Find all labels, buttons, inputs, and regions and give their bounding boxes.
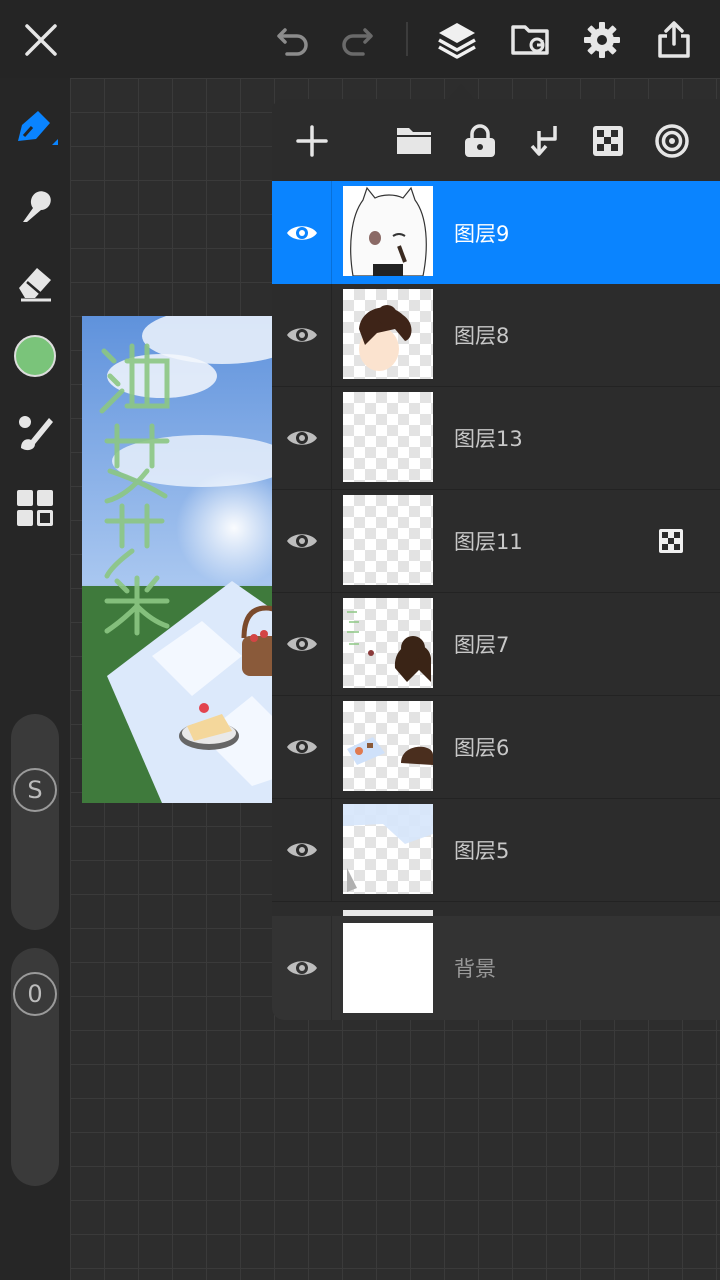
layer-name: 图层13	[454, 427, 523, 451]
layer-name: 图层6	[454, 736, 510, 760]
layer-thumbnail	[343, 701, 433, 791]
brush-icon[interactable]	[9, 406, 61, 458]
layer-thumbnail	[343, 598, 433, 688]
layer-thumbnail	[343, 495, 433, 585]
eye-icon	[286, 961, 317, 975]
background-layer-row[interactable]: 背景	[272, 916, 720, 1020]
layer-row-11[interactable]: 图层11	[272, 490, 720, 593]
folder-sync-icon[interactable]	[504, 14, 556, 66]
eye-icon	[286, 843, 317, 857]
layer-thumbnail	[343, 289, 433, 379]
visibility-toggle[interactable]	[272, 490, 332, 592]
gear-icon[interactable]	[576, 14, 628, 66]
layers-panel-toolbar	[272, 99, 720, 181]
share-icon[interactable]	[648, 14, 700, 66]
eye-icon	[286, 225, 317, 240]
size-slider-knob[interactable]: S	[13, 768, 57, 812]
visibility-toggle[interactable]	[272, 799, 332, 901]
layers-panel: 图层9 图层8 图层13 图层11 图层7 图层6 图层5 背景	[272, 99, 720, 1020]
layer-name: 图层7	[454, 633, 510, 657]
brush-size-slider[interactable]: S	[11, 714, 59, 930]
layer-thumbnail	[343, 804, 433, 894]
toolbar-divider	[406, 22, 408, 56]
layer-row-7[interactable]: 图层7	[272, 593, 720, 696]
redo-icon[interactable]	[331, 14, 383, 66]
alpha-lock-indicator	[658, 490, 684, 592]
eye-icon	[286, 431, 317, 445]
top-bar	[0, 0, 720, 78]
artwork-image	[82, 316, 282, 803]
close-icon[interactable]	[15, 14, 67, 66]
left-toolbar: S 0	[0, 78, 70, 1280]
merge-down-icon[interactable]	[518, 115, 570, 167]
visibility-toggle[interactable]	[272, 181, 332, 284]
grid-icon[interactable]	[9, 482, 61, 534]
visibility-toggle[interactable]	[272, 916, 332, 1020]
layer-thumbnail	[343, 392, 433, 482]
pen-icon[interactable]	[9, 102, 61, 154]
eye-icon	[286, 328, 317, 342]
background-thumbnail	[343, 923, 433, 1013]
layer-row-6[interactable]: 图层6	[272, 696, 720, 799]
layer-name: 图层8	[454, 324, 510, 348]
folder-icon[interactable]	[388, 115, 440, 167]
layer-row-5[interactable]: 图层5	[272, 799, 720, 902]
smudge-icon[interactable]	[9, 180, 61, 232]
background-layer-name: 背景	[454, 957, 496, 981]
layer-name: 图层9	[454, 221, 510, 246]
eraser-icon[interactable]	[9, 256, 61, 308]
drawing-app: S 0 图层9 图层8 图层13 图层11 图层7 图层6 图层5 背景	[0, 0, 720, 1280]
clipping-icon[interactable]	[646, 115, 698, 167]
lock-icon[interactable]	[454, 115, 506, 167]
alpha-lock-icon[interactable]	[582, 115, 634, 167]
layer-row-9[interactable]: 图层9	[272, 181, 720, 284]
artwork-canvas[interactable]	[82, 316, 282, 803]
color-picker[interactable]	[9, 330, 61, 382]
layer-thumbnail	[343, 186, 433, 276]
eye-icon	[286, 637, 317, 651]
visibility-toggle[interactable]	[272, 284, 332, 386]
current-color-swatch	[14, 335, 56, 377]
opacity-slider-knob[interactable]: 0	[13, 972, 57, 1016]
visibility-toggle[interactable]	[272, 593, 332, 695]
layer-name: 图层5	[454, 839, 510, 863]
layer-row-8[interactable]: 图层8	[272, 284, 720, 387]
eye-icon	[286, 534, 317, 548]
add-icon[interactable]	[286, 115, 338, 167]
layer-name: 图层11	[454, 530, 523, 554]
undo-icon[interactable]	[267, 14, 319, 66]
eye-icon	[286, 740, 317, 754]
visibility-toggle[interactable]	[272, 696, 332, 798]
layer-row-13[interactable]: 图层13	[272, 387, 720, 490]
visibility-toggle[interactable]	[272, 387, 332, 489]
opacity-slider[interactable]: 0	[11, 948, 59, 1186]
panel-pointer	[447, 84, 475, 100]
alpha-lock-icon	[659, 529, 683, 553]
layers-icon[interactable]	[431, 14, 483, 66]
